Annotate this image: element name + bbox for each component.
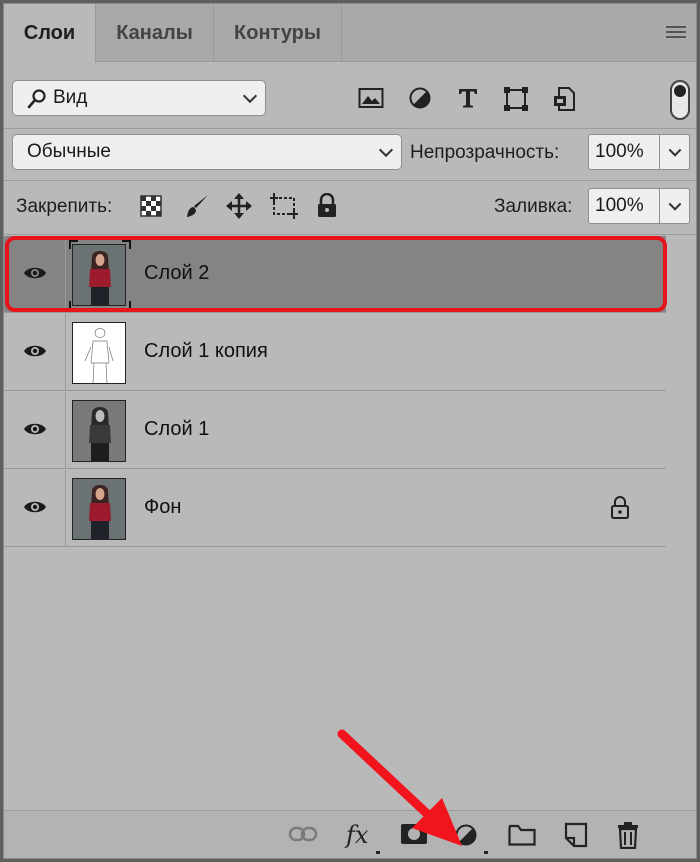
opacity-slider-button[interactable]: [660, 134, 690, 170]
visibility-column: [4, 470, 66, 546]
chevron-down-icon: [668, 197, 681, 211]
image-filter-icon[interactable]: [358, 86, 384, 110]
layer-thumbnail: [72, 400, 126, 462]
chevron-down-icon: [668, 143, 681, 157]
type-filter-icon[interactable]: [456, 86, 480, 110]
annotation-arrow: [337, 729, 462, 846]
tab-channels[interactable]: Каналы: [96, 4, 214, 62]
chevron-down-icon: [242, 88, 258, 104]
adjustment-menu-indicator: [484, 851, 488, 854]
shape-filter-icon[interactable]: [503, 86, 529, 112]
lock-image-pixels-icon[interactable]: [184, 193, 210, 219]
opacity-input[interactable]: 100%: [588, 134, 660, 170]
layer-thumbnail: [72, 322, 126, 384]
fill-input[interactable]: 100%: [588, 188, 660, 224]
selection-highlight: [5, 236, 667, 312]
layer-row[interactable]: Слой 1: [4, 392, 666, 469]
lock-position-icon[interactable]: [226, 193, 252, 219]
eye-icon[interactable]: [23, 343, 47, 359]
layers-scrollbar[interactable]: [666, 236, 696, 810]
sketch-image: [73, 323, 125, 383]
eye-icon[interactable]: [23, 421, 47, 437]
portrait-grayscale-image: [73, 401, 125, 461]
lock-label: Закрепить:: [16, 196, 113, 217]
layer-row[interactable]: Фон: [4, 470, 666, 547]
eye-icon[interactable]: [23, 499, 47, 515]
blend-mode-label: Обычные: [27, 141, 111, 162]
divider: [4, 180, 696, 181]
filter-toggle-switch[interactable]: [670, 80, 690, 120]
toggle-knob: [674, 85, 686, 97]
new-layer-icon[interactable]: [564, 822, 588, 848]
opacity-label: Непрозрачность:: [410, 142, 560, 163]
divider: [4, 234, 696, 235]
link-icon[interactable]: [288, 825, 318, 843]
tab-layers[interactable]: Слои: [4, 4, 96, 63]
portrait-image: [73, 479, 125, 539]
fill-slider-button[interactable]: [660, 188, 690, 224]
trash-icon[interactable]: [616, 821, 640, 849]
layer-name[interactable]: Фон: [144, 496, 181, 519]
filter-kind-label: Вид: [53, 87, 88, 108]
chevron-down-icon: [378, 142, 394, 158]
tab-paths[interactable]: Контуры: [214, 4, 342, 62]
lock-artboard-icon[interactable]: [270, 193, 298, 219]
adjustment-filter-icon[interactable]: [408, 86, 432, 110]
visibility-column: [4, 314, 66, 390]
divider: [4, 128, 696, 129]
layer-thumbnail: [72, 478, 126, 540]
layer-lock-icon[interactable]: [610, 496, 630, 520]
layer-name[interactable]: Слой 1: [144, 418, 209, 441]
panel-menu-icon[interactable]: [666, 26, 686, 40]
search-icon: [27, 89, 46, 109]
visibility-column: [4, 392, 66, 468]
filter-kind-dropdown[interactable]: Вид: [12, 80, 266, 116]
folder-icon[interactable]: [508, 824, 536, 846]
lock-all-icon[interactable]: [316, 193, 338, 219]
blend-mode-dropdown[interactable]: Обычные: [12, 134, 402, 170]
smart-object-filter-icon[interactable]: [552, 86, 576, 112]
layer-name[interactable]: Слой 1 копия: [144, 340, 268, 363]
layers-panel: Слои Каналы Контуры Вид Обычные Непрозра…: [3, 3, 697, 859]
layer-row[interactable]: Слой 1 копия: [4, 314, 666, 391]
fill-label: Заливка:: [494, 196, 573, 217]
lock-transparent-pixels-icon[interactable]: [140, 195, 162, 217]
tab-bar: Слои Каналы Контуры: [4, 4, 696, 63]
